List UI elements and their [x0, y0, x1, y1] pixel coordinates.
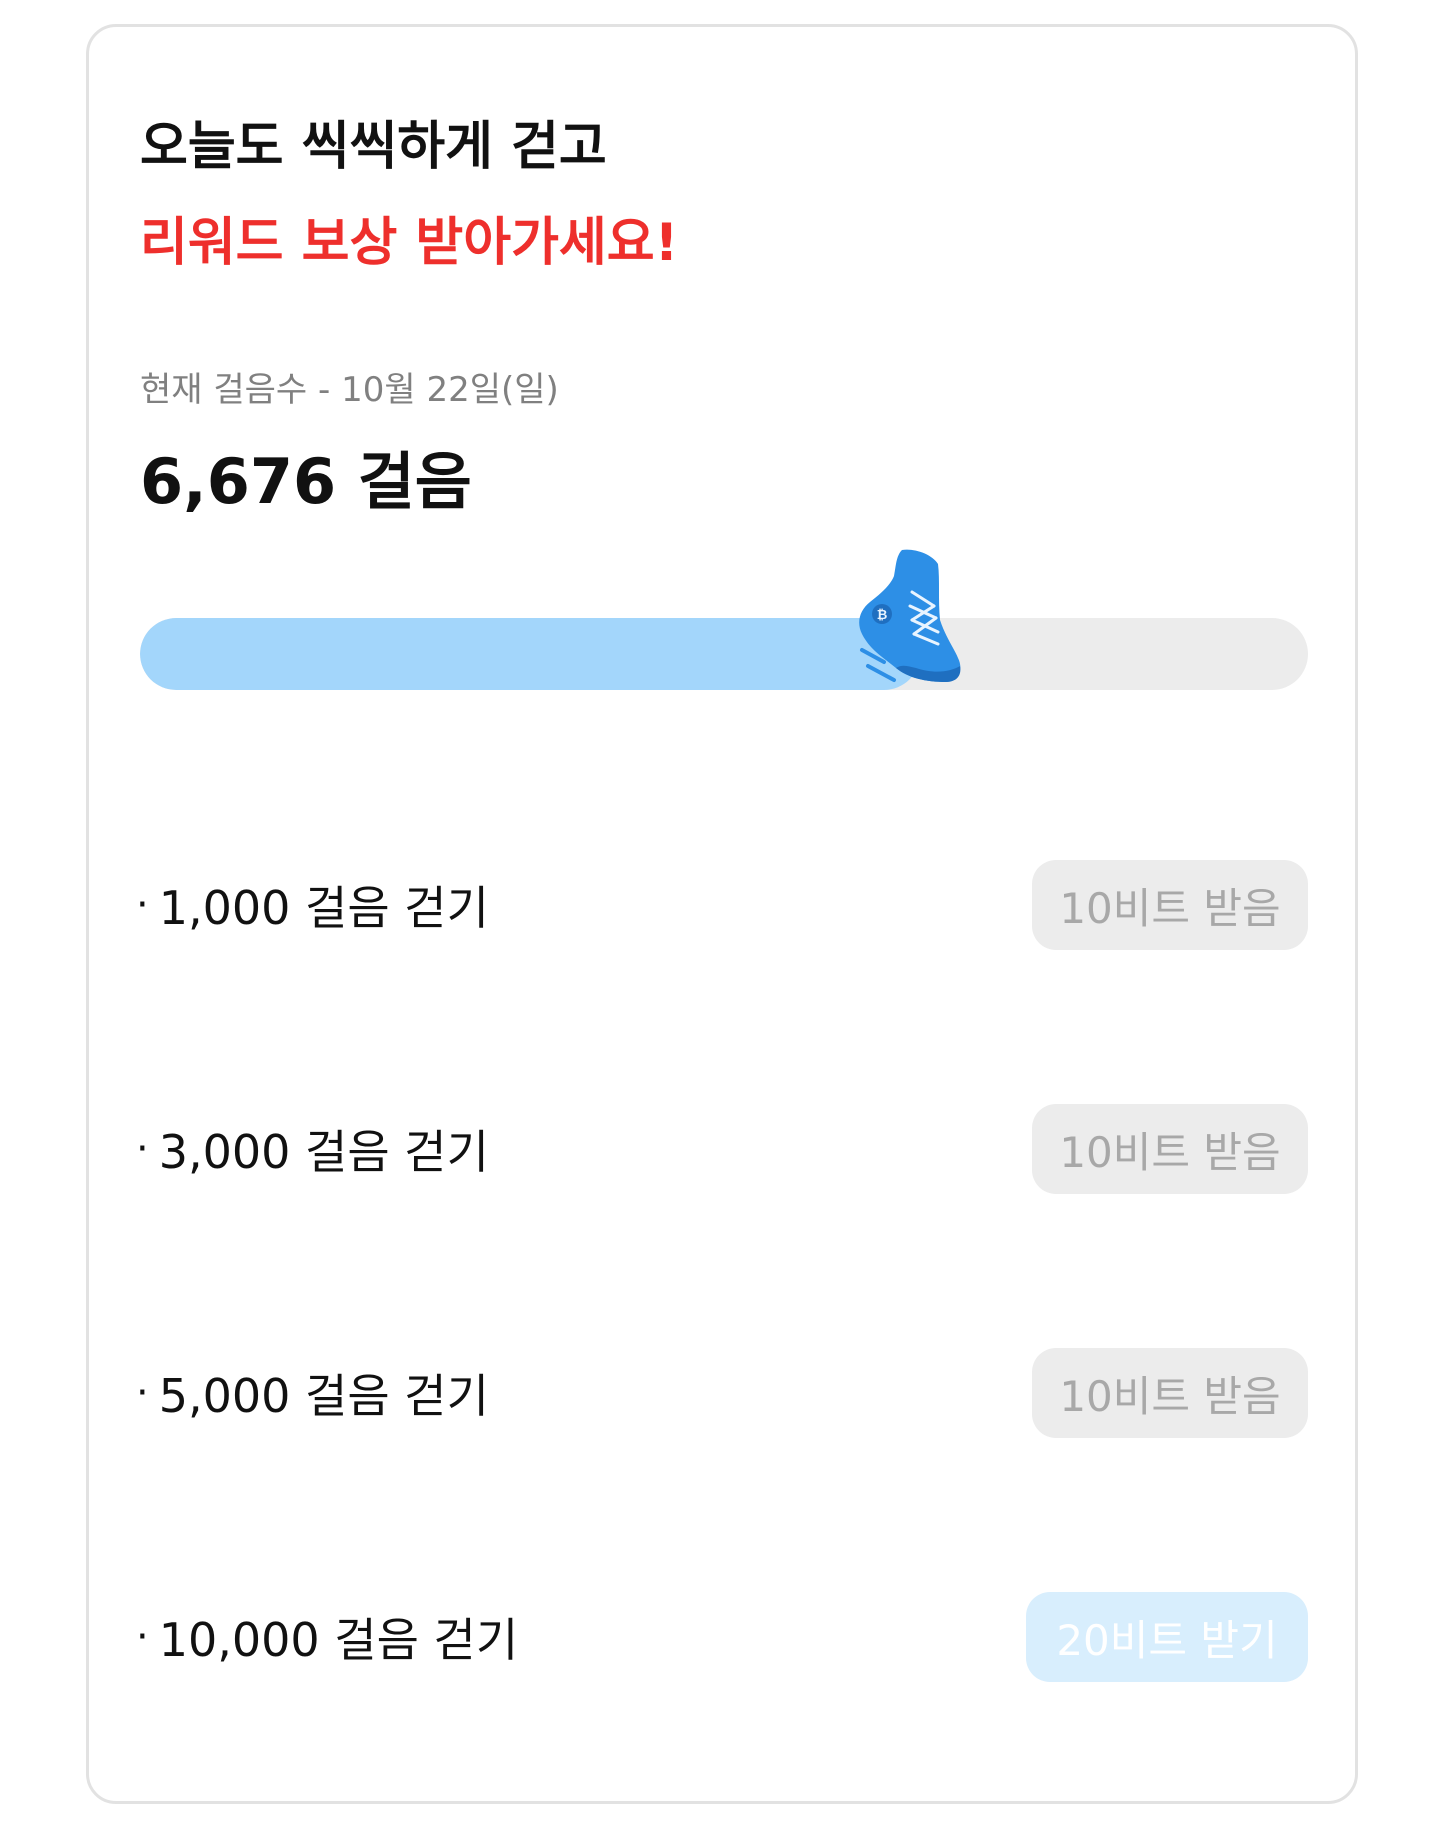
mission-label: · 10,000 걸음 걷기 [136, 1592, 518, 1682]
headline-reward-callout: 리워드 보상 받아가세요! [140, 213, 679, 273]
bullet-dot: · [136, 1370, 149, 1416]
current-steps-caption: 현재 걸음수 - 10월 22일(일) [140, 370, 559, 410]
steps-progress-fill [140, 618, 920, 690]
reward-received-button[interactable]: 10비트 받음 [1032, 1104, 1308, 1194]
reward-received-button[interactable]: 10비트 받음 [1032, 1348, 1308, 1438]
reward-claim-button[interactable]: 20비트 받기 [1026, 1592, 1308, 1682]
mission-label-text: 3,000 걸음 걷기 [158, 1125, 489, 1179]
mission-row: · 1,000 걸음 걷기 10비트 받음 [136, 860, 1308, 950]
mission-label-text: 10,000 걸음 걷기 [158, 1613, 519, 1667]
bullet-dot: · [136, 1614, 149, 1660]
mission-row: · 5,000 걸음 걷기 10비트 받음 [136, 1348, 1308, 1438]
steps-progress-bar [140, 618, 1308, 690]
mission-label-text: 1,000 걸음 걷기 [158, 881, 489, 935]
mission-label: · 5,000 걸음 걷기 [136, 1348, 489, 1438]
current-steps-count: 6,676 걸음 [140, 445, 472, 518]
bullet-dot: · [136, 1126, 149, 1172]
reward-received-button[interactable]: 10비트 받음 [1032, 860, 1308, 950]
mission-label: · 3,000 걸음 걷기 [136, 1104, 489, 1194]
bullet-dot: · [136, 882, 149, 928]
mission-label: · 1,000 걸음 걷기 [136, 860, 489, 950]
mission-label-text: 5,000 걸음 걷기 [158, 1369, 489, 1423]
sneaker-bitcoin-icon: ₿ [858, 549, 961, 682]
svg-text:₿: ₿ [876, 608, 887, 623]
mission-row: · 10,000 걸음 걷기 20비트 받기 [136, 1592, 1308, 1682]
mission-row: · 3,000 걸음 걷기 10비트 받음 [136, 1104, 1308, 1194]
headline-title: 오늘도 씩씩하게 걷고 [140, 117, 607, 177]
